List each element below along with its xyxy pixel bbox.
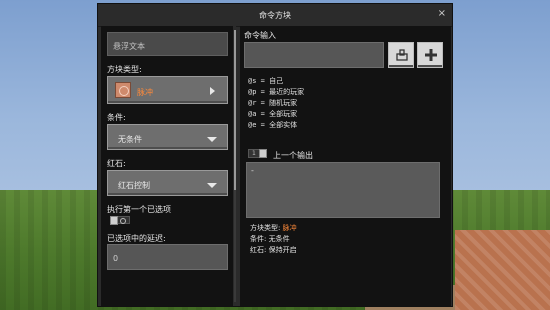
chevron-right-icon bbox=[210, 87, 215, 95]
close-icon[interactable]: × bbox=[438, 8, 446, 19]
info-redstone: 红石: 保持开启 bbox=[250, 246, 297, 254]
delay-input[interactable]: 0 bbox=[107, 244, 228, 270]
condition-dropdown[interactable]: 无条件 bbox=[107, 124, 228, 150]
toggle-on-indicator: 1 bbox=[252, 150, 256, 157]
command-input-label: 命令输入 bbox=[244, 31, 276, 40]
hover-text-input[interactable]: 悬浮文本 bbox=[107, 32, 228, 56]
delay-label: 已选项中的延迟: bbox=[107, 234, 166, 243]
hover-text-placeholder: 悬浮文本 bbox=[113, 42, 145, 51]
chevron-down-icon bbox=[207, 183, 217, 188]
selector-self: @s = 自己 bbox=[248, 77, 284, 85]
chevron-down-icon bbox=[207, 137, 217, 142]
execute-first-label: 执行第一个已选项 bbox=[107, 205, 171, 214]
previous-output-toggle[interactable]: 1 bbox=[248, 149, 267, 158]
add-button[interactable] bbox=[417, 42, 443, 68]
block-type-selector[interactable]: 脉冲 bbox=[107, 76, 228, 104]
command-block-window: 命令方块 × 悬浮文本 方块类型: 脉冲 条件: 无条件 红石: 红石控制 执行… bbox=[97, 3, 453, 307]
command-panel: 命令输入 @s = 自己 @p = 最近的玩家 @r = 随机玩家 @a = 全… bbox=[240, 26, 451, 306]
toggle-knob bbox=[259, 149, 267, 158]
condition-label: 条件: bbox=[107, 113, 126, 122]
selector-nearest-player: @p = 最近的玩家 bbox=[248, 88, 305, 96]
block-type-value: 脉冲 bbox=[137, 88, 153, 97]
settings-panel: 悬浮文本 方块类型: 脉冲 条件: 无条件 红石: 红石控制 执行第一个已选项 … bbox=[101, 26, 233, 306]
redstone-dropdown[interactable]: 红石控制 bbox=[107, 170, 228, 196]
plus-icon bbox=[425, 49, 437, 61]
info-block-type: 方块类型: 脉冲 bbox=[250, 224, 297, 232]
previous-output-box: - bbox=[246, 162, 440, 218]
template-icon bbox=[396, 49, 408, 61]
toggle-knob bbox=[110, 216, 118, 225]
insert-template-button[interactable] bbox=[388, 42, 414, 68]
selector-all-players: @a = 全部玩家 bbox=[248, 110, 298, 118]
previous-output-label: 上一个输出 bbox=[273, 151, 313, 160]
selector-all-entities: @e = 全部实体 bbox=[248, 121, 298, 129]
output-text: - bbox=[251, 166, 254, 175]
condition-value: 无条件 bbox=[118, 135, 142, 144]
redstone-value: 红石控制 bbox=[118, 181, 150, 190]
info-condition: 条件: 无条件 bbox=[250, 235, 290, 243]
execute-first-toggle[interactable] bbox=[110, 216, 130, 225]
redstone-label: 红石: bbox=[107, 159, 126, 168]
title-bar: 命令方块 × bbox=[98, 4, 452, 27]
selector-random-player: @r = 随机玩家 bbox=[248, 99, 298, 107]
command-input[interactable] bbox=[244, 42, 384, 68]
delay-value: 0 bbox=[113, 254, 119, 263]
scrollbar-thumb[interactable] bbox=[234, 30, 236, 190]
block-type-label: 方块类型: bbox=[107, 65, 142, 74]
window-title: 命令方块 bbox=[259, 11, 291, 20]
block-background bbox=[455, 230, 550, 310]
toggle-off-icon bbox=[120, 218, 126, 224]
command-block-icon bbox=[115, 82, 131, 98]
